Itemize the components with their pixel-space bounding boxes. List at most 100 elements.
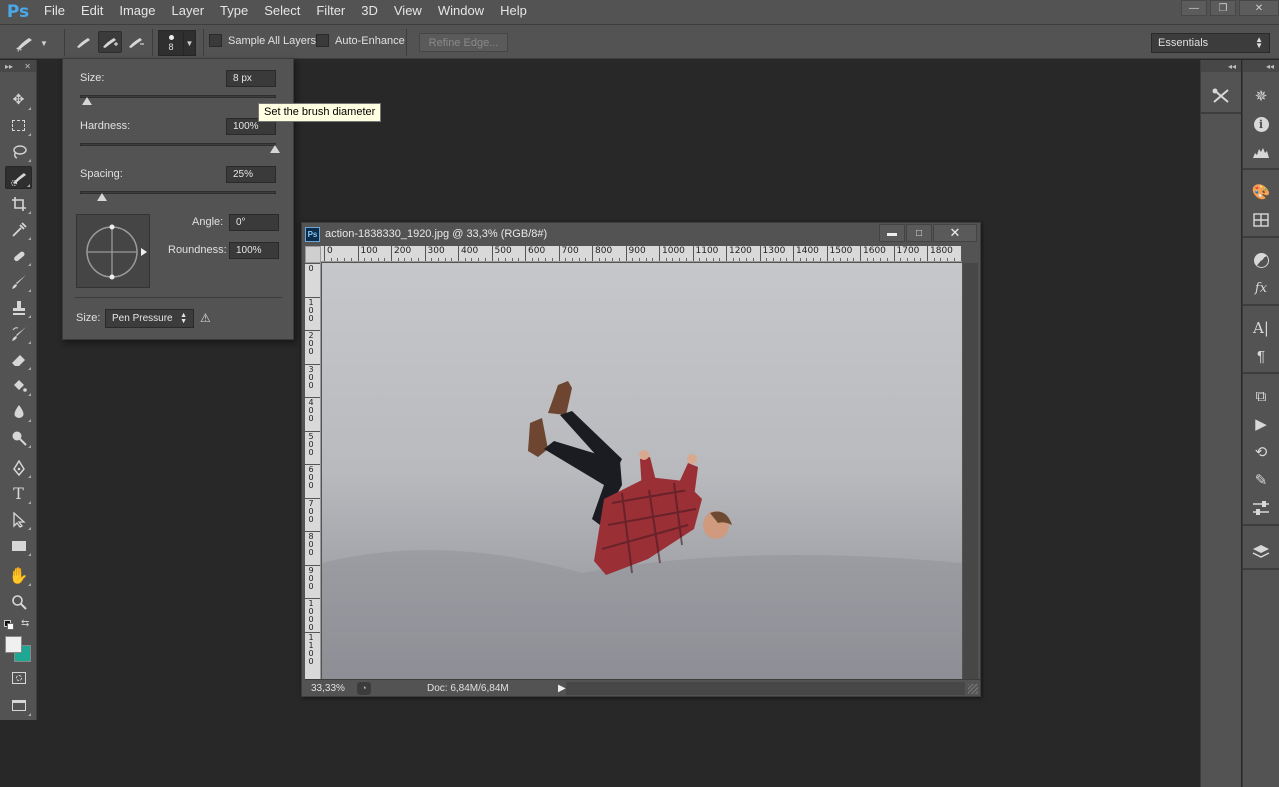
- brush-picker[interactable]: 8 ▼: [158, 30, 196, 56]
- menu-layer[interactable]: Layer: [164, 0, 213, 24]
- pen-pressure-select[interactable]: Pen Pressure ▲ ▼: [105, 309, 194, 328]
- dodge-tool[interactable]: [5, 426, 32, 449]
- auto-enhance-option[interactable]: Auto-Enhance: [316, 34, 405, 47]
- eyedropper-tool[interactable]: [5, 218, 32, 241]
- dock-header[interactable]: ◂◂: [1243, 60, 1279, 72]
- sample-all-layers-checkbox[interactable]: [209, 34, 222, 47]
- refine-edge-button[interactable]: Refine Edge...: [419, 33, 508, 52]
- new-selection-mode-button[interactable]: [72, 31, 96, 53]
- character-panel-button[interactable]: A|: [1247, 316, 1275, 340]
- chevron-down-icon[interactable]: ▼: [184, 30, 196, 56]
- doc-maximize-button[interactable]: □: [906, 224, 932, 242]
- paint-bucket-tool[interactable]: [5, 374, 32, 397]
- styles-panel-button[interactable]: fx: [1247, 276, 1275, 300]
- crop-tool[interactable]: [5, 192, 32, 215]
- properties-panel-button[interactable]: [1247, 496, 1275, 520]
- collapse-icon[interactable]: ◂◂: [1228, 62, 1236, 71]
- menu-image[interactable]: Image: [111, 0, 163, 24]
- document-titlebar[interactable]: Ps action-1838330_1920.jpg @ 33,3% (RGB/…: [302, 223, 980, 245]
- foreground-color-swatch[interactable]: [5, 636, 22, 653]
- rectangle-tool[interactable]: [5, 534, 32, 557]
- status-menu-arrow-icon[interactable]: ▶: [558, 683, 566, 694]
- doc-minimize-button[interactable]: ▬: [879, 224, 905, 242]
- eraser-tool[interactable]: [5, 348, 32, 371]
- size-slider-thumb[interactable]: [81, 97, 92, 105]
- paragraph-panel-button[interactable]: ¶: [1247, 344, 1275, 368]
- menu-filter[interactable]: Filter: [308, 0, 353, 24]
- 3d-panel-button[interactable]: ⧉: [1247, 384, 1275, 408]
- tool-preset-picker[interactable]: ▼: [14, 33, 58, 53]
- histogram-panel-button[interactable]: [1247, 140, 1275, 164]
- menu-3d[interactable]: 3D: [353, 0, 386, 24]
- proof-icon[interactable]: ◔: [357, 681, 371, 695]
- zoom-level[interactable]: 33,33%: [305, 683, 357, 694]
- zoom-tool[interactable]: [5, 590, 32, 613]
- tools-panel-header[interactable]: ▸▸ ✕: [0, 60, 36, 72]
- image-canvas[interactable]: [322, 263, 962, 679]
- angle-input[interactable]: 0°: [229, 214, 279, 231]
- move-tool[interactable]: ✥: [5, 88, 32, 111]
- vertical-scrollbar[interactable]: [963, 263, 978, 679]
- pen-tool[interactable]: [5, 456, 32, 479]
- quick-selection-tool[interactable]: [5, 166, 32, 189]
- menu-window[interactable]: Window: [430, 0, 492, 24]
- doc-close-button[interactable]: ✕: [933, 224, 977, 242]
- navigator-panel-button[interactable]: ✵: [1247, 84, 1275, 108]
- default-colors-icon[interactable]: [4, 620, 14, 630]
- color-panel-button[interactable]: 🎨: [1247, 180, 1275, 204]
- spacing-slider[interactable]: [80, 191, 276, 201]
- history-brush-tool[interactable]: [5, 322, 32, 345]
- swap-colors-icon[interactable]: ⇆: [21, 618, 29, 629]
- blur-tool[interactable]: [5, 400, 32, 423]
- adjustments-panel-button[interactable]: [1247, 248, 1275, 272]
- expand-icon[interactable]: ▸▸: [5, 62, 13, 71]
- clone-stamp-tool[interactable]: [5, 296, 32, 319]
- info-panel-button[interactable]: i: [1247, 112, 1275, 136]
- path-selection-tool[interactable]: [5, 508, 32, 531]
- menu-type[interactable]: Type: [212, 0, 256, 24]
- menu-select[interactable]: Select: [256, 0, 308, 24]
- healing-brush-tool[interactable]: [5, 244, 32, 267]
- type-tool[interactable]: T: [5, 482, 32, 505]
- brush-tool[interactable]: [5, 270, 32, 293]
- menu-view[interactable]: View: [386, 0, 430, 24]
- hardness-slider-thumb[interactable]: [270, 145, 280, 153]
- dock-header[interactable]: ◂◂: [1201, 60, 1241, 72]
- add-to-selection-mode-button[interactable]: [98, 31, 122, 53]
- horizontal-scrollbar[interactable]: [566, 682, 965, 695]
- size-input[interactable]: 8 px: [226, 70, 276, 87]
- brush-presets-panel-button[interactable]: ✎: [1247, 468, 1275, 492]
- menu-help[interactable]: Help: [492, 0, 535, 24]
- menu-file[interactable]: File: [36, 0, 73, 24]
- size-slider[interactable]: [80, 95, 276, 105]
- restore-button[interactable]: ❐: [1210, 0, 1236, 16]
- hardness-slider[interactable]: [80, 143, 280, 153]
- subtract-from-selection-mode-button[interactable]: [124, 31, 148, 53]
- minimize-button[interactable]: —: [1181, 0, 1207, 16]
- close-button[interactable]: ✕: [1239, 0, 1279, 16]
- screen-mode-button[interactable]: [5, 694, 32, 717]
- hand-tool[interactable]: ✋: [5, 564, 32, 587]
- menu-edit[interactable]: Edit: [73, 0, 111, 24]
- swatches-panel-button[interactable]: [1247, 208, 1275, 232]
- roundness-input[interactable]: 100%: [229, 242, 279, 259]
- auto-enhance-checkbox[interactable]: [316, 34, 329, 47]
- tool-presets-panel-button[interactable]: [1207, 84, 1235, 108]
- brush-size-swatch[interactable]: 8: [158, 30, 184, 56]
- layers-panel-button[interactable]: [1247, 540, 1275, 564]
- actions-panel-button[interactable]: ▶: [1247, 412, 1275, 436]
- collapse-icon[interactable]: ◂◂: [1266, 62, 1274, 71]
- brush-angle-preview[interactable]: [76, 214, 150, 288]
- spacing-slider-thumb[interactable]: [97, 193, 108, 201]
- close-panel-icon[interactable]: ✕: [24, 62, 31, 71]
- history-panel-button[interactable]: ⟲: [1247, 440, 1275, 464]
- resize-grip-icon[interactable]: [968, 684, 978, 694]
- workspace-select[interactable]: Essentials ▲ ▼: [1151, 33, 1270, 53]
- ruler-origin[interactable]: [305, 246, 321, 263]
- horizontal-ruler[interactable]: 0 100 200 300 400 500 600 700 800 900 1000 1100 1200…: [321, 246, 962, 262]
- vertical-ruler[interactable]: 0 1 0 0 2 0 0 3 0 0 4 0 0 5 0 0 6 0 0 7 0 0 8 0 …: [305, 263, 321, 679]
- spacing-input[interactable]: 25%: [226, 166, 276, 183]
- marquee-tool[interactable]: [5, 114, 32, 137]
- sample-all-layers-option[interactable]: Sample All Layers: [209, 34, 316, 47]
- lasso-tool[interactable]: [5, 140, 32, 163]
